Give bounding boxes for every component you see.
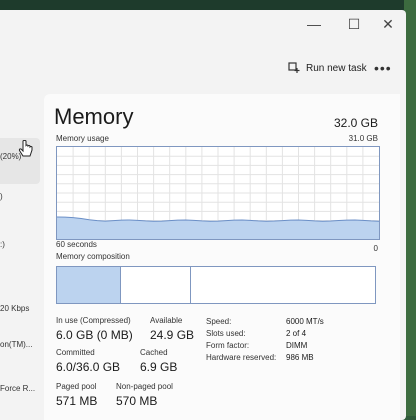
in-use-label: In use (Compressed): [56, 316, 131, 325]
slots-used-label: Slots used:: [206, 329, 246, 338]
sidebar-item-network[interactable]: 20 Kbps: [0, 304, 29, 313]
minimize-button[interactable]: —: [296, 10, 332, 38]
sidebar-item-cpu[interactable]: on(TM)...: [0, 340, 32, 349]
non-paged-pool-label: Non-paged pool: [116, 382, 173, 391]
available-value: 24.9 GB: [150, 328, 195, 342]
hardware-reserved-label: Hardware reserved:: [206, 353, 277, 362]
form-factor-label: Form factor:: [206, 341, 250, 350]
title-bar: — ☐ ✕: [0, 10, 406, 46]
composition-segment-standby[interactable]: [190, 267, 375, 303]
time-range-label: 60 seconds: [56, 240, 97, 249]
maximize-button[interactable]: ☐: [336, 10, 372, 38]
paged-pool-value: 571 MB: [56, 394, 98, 408]
hardware-reserved-value: 986 MB: [286, 353, 314, 362]
run-task-icon: [288, 62, 300, 73]
hand-cursor-icon: [18, 140, 33, 157]
total-memory: 32.0 GB: [333, 116, 378, 130]
cached-label: Cached: [140, 348, 168, 357]
run-new-task-button[interactable]: Run new task: [288, 62, 367, 74]
memory-usage-chart: [56, 147, 380, 239]
sidebar-item[interactable]: :): [0, 240, 5, 249]
sidebar-item[interactable]: ): [0, 192, 3, 201]
page-title: Memory: [54, 104, 134, 129]
form-factor-value: DIMM: [286, 341, 308, 350]
paged-pool-label: Paged pool: [56, 382, 97, 391]
committed-value: 6.0/36.0 GB: [56, 360, 121, 374]
speed-value: 6000 MT/s: [286, 317, 324, 326]
memory-composition-label: Memory composition: [56, 252, 130, 261]
sidebar-item-gpu[interactable]: Force R...: [0, 384, 35, 393]
close-button[interactable]: ✕: [370, 10, 406, 38]
composition-segment-in-use[interactable]: [57, 267, 121, 303]
memory-usage-max: 31.0 GB: [348, 134, 378, 143]
committed-label: Committed: [56, 348, 95, 357]
in-use-value: 6.0 GB (0 MB): [56, 328, 133, 342]
memory-usage-graph: [56, 146, 380, 240]
memory-usage-label: Memory usage: [56, 134, 109, 143]
run-new-task-label: Run new task: [306, 62, 367, 74]
speed-label: Speed:: [206, 317, 232, 326]
composition-segment-modified[interactable]: [120, 267, 191, 303]
toolbar: Run new task •••: [0, 54, 406, 94]
cached-value: 6.9 GB: [140, 360, 178, 374]
more-options-button[interactable]: •••: [374, 60, 392, 76]
memory-composition-bar: [56, 266, 376, 304]
slots-used-value: 2 of 4: [286, 329, 307, 338]
time-end-label: 0: [373, 244, 378, 253]
available-label: Available: [150, 316, 183, 325]
memory-panel: Memory 32.0 GB Memory usage 31.0 GB 60 s…: [44, 94, 400, 420]
task-manager-window: — ☐ ✕ Run new task ••• (20%) ) :) 20 Kbp…: [0, 10, 406, 420]
non-paged-pool-value: 570 MB: [116, 394, 158, 408]
